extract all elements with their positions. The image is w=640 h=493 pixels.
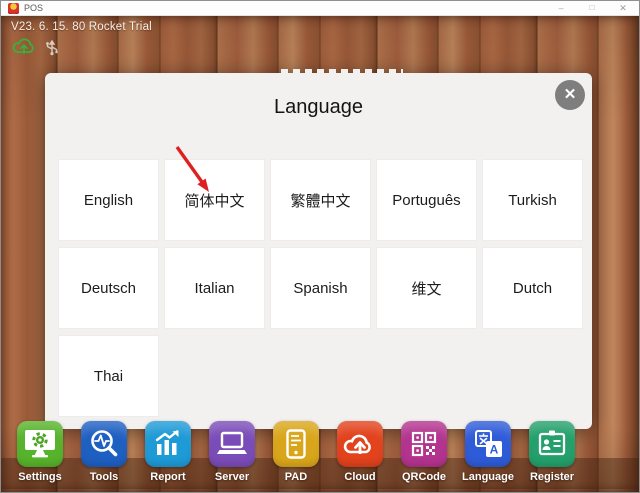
toolbar-item-pad[interactable]: PAD: [265, 421, 327, 483]
toolbar-label-qrcode: QRCode: [393, 471, 455, 483]
language-button-dutch[interactable]: Dutch: [483, 248, 582, 328]
language-icon: A: [465, 421, 511, 467]
language-button-traditional-chinese[interactable]: 繁體中文: [271, 160, 370, 240]
toolbar-label-pad: PAD: [265, 471, 327, 483]
language-dialog: Language ✕ English 简体中文 繁體中文 Português T…: [45, 73, 592, 429]
language-button-deutsch[interactable]: Deutsch: [59, 248, 158, 328]
minimize-button[interactable]: –: [550, 1, 572, 15]
language-button-english[interactable]: English: [59, 160, 158, 240]
language-button-portuguese[interactable]: Português: [377, 160, 476, 240]
toolbar-label-register: Register: [521, 471, 583, 483]
dialog-title: Language: [45, 73, 592, 119]
toolbar-label-report: Report: [137, 471, 199, 483]
toolbar-item-language[interactable]: A Language: [457, 421, 519, 483]
toolbar-label-settings: Settings: [9, 471, 71, 483]
pos-app-window: POS – □ ✕ V23. 6. 15. 80 Rocket Trial La…: [0, 0, 640, 493]
toolbar-label-language: Language: [457, 471, 519, 483]
server-icon: [209, 421, 255, 467]
toolbar-item-cloud[interactable]: Cloud: [329, 421, 391, 483]
toolbar-item-server[interactable]: Server: [201, 421, 263, 483]
dialog-close-button[interactable]: ✕: [555, 80, 585, 110]
language-button-simplified-chinese[interactable]: 简体中文: [165, 160, 264, 240]
toolbar-item-qrcode[interactable]: QRCode: [393, 421, 455, 483]
language-button-italian[interactable]: Italian: [165, 248, 264, 328]
report-icon: [145, 421, 191, 467]
qrcode-icon: [401, 421, 447, 467]
cloud-upload-icon[interactable]: [12, 36, 36, 60]
settings-icon: [17, 421, 63, 467]
language-button-spanish[interactable]: Spanish: [271, 248, 370, 328]
cloud-icon: [337, 421, 383, 467]
tools-icon: [81, 421, 127, 467]
toolbar-item-register[interactable]: Register: [521, 421, 583, 483]
svg-text:A: A: [490, 443, 499, 457]
language-grid: English 简体中文 繁體中文 Português Turkish Deut…: [59, 160, 582, 416]
pad-icon: [273, 421, 319, 467]
version-text: V23. 6. 15. 80 Rocket Trial: [11, 21, 152, 33]
toolbar-label-tools: Tools: [73, 471, 135, 483]
language-button-thai[interactable]: Thai: [59, 336, 158, 416]
titlebar: POS – □ ✕: [1, 1, 639, 16]
usb-icon[interactable]: [43, 38, 61, 61]
toolbar-label-cloud: Cloud: [329, 471, 391, 483]
language-button-uyghur[interactable]: 维文: [377, 248, 476, 328]
window-close-button[interactable]: ✕: [612, 1, 634, 15]
toolbar-item-tools[interactable]: Tools: [73, 421, 135, 483]
app-icon: [8, 3, 19, 14]
toolbar-item-settings[interactable]: Settings: [9, 421, 71, 483]
register-icon: [529, 421, 575, 467]
language-button-turkish[interactable]: Turkish: [483, 160, 582, 240]
window-title: POS: [24, 3, 43, 13]
toolbar-label-server: Server: [201, 471, 263, 483]
maximize-button[interactable]: □: [581, 1, 603, 15]
hidden-text-bumps: [281, 69, 403, 74]
toolbar-item-report[interactable]: Report: [137, 421, 199, 483]
